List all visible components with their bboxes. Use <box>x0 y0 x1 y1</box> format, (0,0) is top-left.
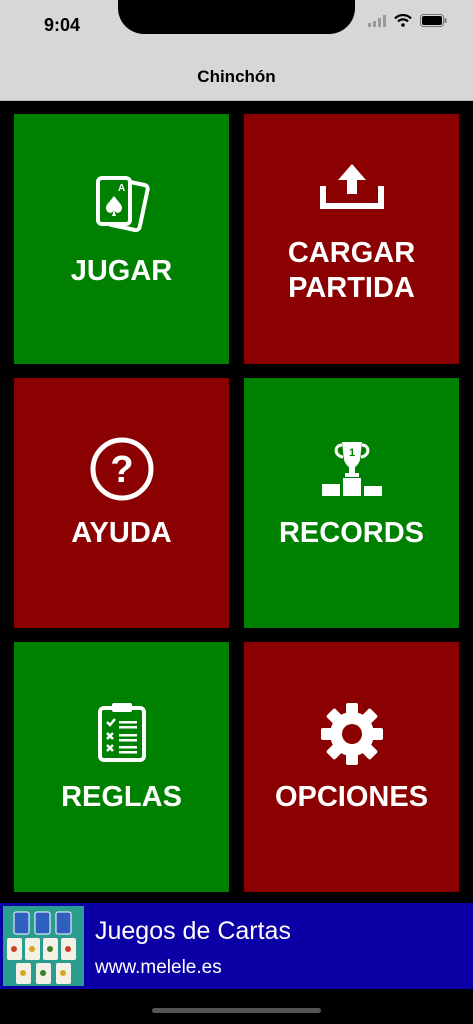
banner-url: www.melele.es <box>95 957 222 978</box>
status-icons <box>368 14 447 27</box>
reglas-label: REGLAS <box>61 781 182 813</box>
ayuda-label: AYUDA <box>71 517 172 549</box>
question-mark-icon: ? <box>14 436 229 502</box>
wifi-icon <box>394 14 412 27</box>
opciones-label: OPCIONES <box>274 781 429 813</box>
upload-icon <box>244 162 459 210</box>
cargar-partida-button[interactable]: CARGAR PARTIDA <box>244 114 459 364</box>
status-time: 9:04 <box>44 15 81 35</box>
reglas-button[interactable]: REGLAS <box>14 642 229 892</box>
clipboard-checklist-icon <box>14 702 229 762</box>
banner-title: Juegos de Cartas <box>95 917 291 945</box>
jugar-label: JUGAR <box>70 255 173 287</box>
svg-text:?: ? <box>110 449 133 491</box>
cellular-signal-icon <box>368 14 386 27</box>
ayuda-button[interactable]: ? AYUDA <box>14 378 229 628</box>
records-label: RECORDS <box>278 517 424 549</box>
trophy-podium-icon: 1 <box>244 440 459 498</box>
records-button[interactable]: 1 RECORDS <box>244 378 459 628</box>
device-notch <box>118 0 355 34</box>
page-title: Chinchón <box>197 67 276 86</box>
opciones-button[interactable]: OPCIONES <box>244 642 459 892</box>
cargar-label-line2: PARTIDA <box>288 272 415 304</box>
cargar-label-line1: CARGAR <box>287 237 416 269</box>
navigation-bar: Chinchón <box>0 56 473 101</box>
jugar-button[interactable]: A JUGAR <box>14 114 229 364</box>
playing-cards-icon: A <box>14 174 229 238</box>
home-indicator[interactable] <box>152 1008 321 1013</box>
gear-icon <box>244 702 459 766</box>
svg-text:A: A <box>118 183 125 194</box>
battery-icon <box>420 14 447 27</box>
svg-text:1: 1 <box>348 447 354 459</box>
banner-cards-thumbnail <box>3 906 84 986</box>
status-bar: 9:04 <box>0 0 473 56</box>
ad-banner[interactable]: Juegos de Cartas www.melele.es <box>0 903 473 989</box>
